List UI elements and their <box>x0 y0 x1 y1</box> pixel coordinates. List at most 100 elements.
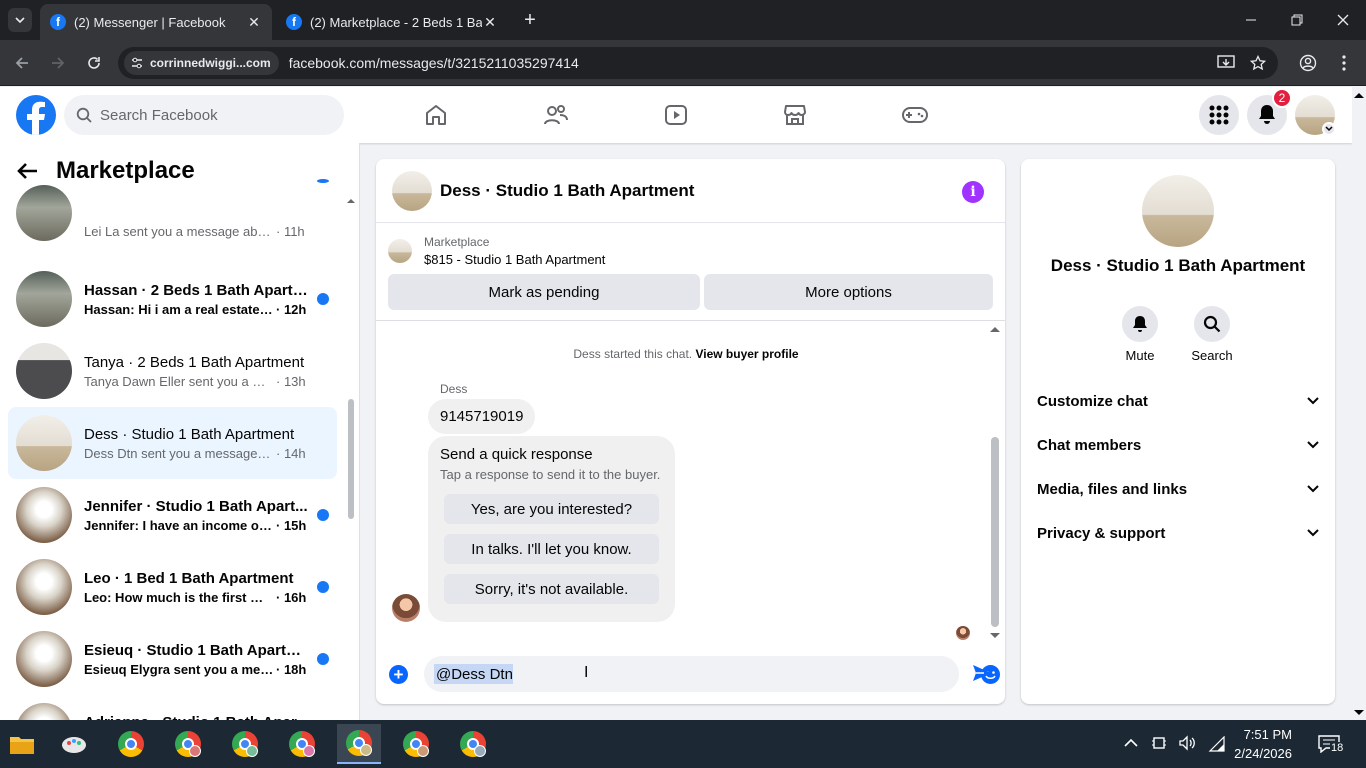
send-button[interactable] <box>972 663 992 683</box>
clock-time: 7:51 PM <box>1243 727 1292 742</box>
more-options-button[interactable]: More options <box>704 274 993 310</box>
add-attachment-button[interactable]: + <box>389 665 408 684</box>
chat-avatar[interactable] <box>392 170 432 211</box>
back-button[interactable] <box>10 51 34 75</box>
forward-button[interactable] <box>46 51 70 75</box>
preview-text: Tanya Dawn Eller sent you a mess... <box>84 373 274 389</box>
media-files-links-section[interactable]: Media, files and links <box>1037 469 1319 509</box>
chat-header[interactable]: Dess · Studio 1 Bath Apartment <box>376 159 1005 223</box>
omnibox[interactable]: corrinnedwiggi...com facebook.com/messag… <box>118 47 1278 79</box>
tune-icon <box>132 57 142 69</box>
conversation-item[interactable]: Leo · 1 Bed 1 Bath Apartment Leo: How muc… <box>8 551 337 623</box>
conversation-item[interactable]: Jennifer · Studio 1 Bath Apart... Jennife… <box>8 479 337 551</box>
nav-video[interactable] <box>660 99 692 131</box>
quick-response-button[interactable]: Sorry, it's not available. <box>444 574 659 604</box>
page-scrollbar[interactable] <box>1352 87 1366 720</box>
close-tab-icon[interactable]: ✕ <box>482 14 498 30</box>
install-app-button[interactable] <box>1214 51 1238 75</box>
friends-icon <box>544 105 568 125</box>
nav-marketplace[interactable] <box>779 99 811 131</box>
chrome-profile-button[interactable] <box>451 724 495 764</box>
message-input-box[interactable]: I <box>424 656 1000 692</box>
scrollbar-thumb[interactable] <box>348 399 354 519</box>
conversation-text: Leo · 1 Bed 1 Bath Apartment Leo: How muc… <box>84 570 312 605</box>
conversation-item[interactable]: Esieuq · Studio 1 Bath Apartme... Esieuq … <box>8 623 337 695</box>
restore-button[interactable] <box>1274 0 1320 40</box>
tab-search-button[interactable] <box>8 8 32 32</box>
nav-gaming[interactable] <box>899 99 931 131</box>
account-menu-chevron[interactable] <box>1322 122 1336 136</box>
mute-button[interactable]: Mute <box>1110 306 1170 363</box>
send-icon <box>973 665 991 681</box>
chrome-profile-button[interactable] <box>223 724 267 764</box>
chevron-up-icon[interactable] <box>1124 738 1138 748</box>
nav-home[interactable] <box>420 99 452 131</box>
mark-as-pending-button[interactable]: Mark as pending <box>388 274 700 310</box>
system-clock[interactable]: 7:51 PM 2/24/2026 <box>1230 725 1292 763</box>
browser-menu-button[interactable] <box>1332 51 1356 75</box>
contact-avatar[interactable] <box>1142 175 1214 247</box>
conversation-text: Lei La sent you a message abo... · 11h <box>84 188 312 239</box>
conversation-item[interactable]: Dess · Studio 1 Bath Apartment Dess Dtn s… <box>8 407 337 479</box>
minimize-button[interactable] <box>1228 0 1274 40</box>
marketplace-listing[interactable]: Marketplace $815 - Studio 1 Bath Apartme… <box>388 235 605 267</box>
wifi-icon[interactable] <box>1208 736 1226 752</box>
message-bubble[interactable]: 9145719019 <box>428 399 536 434</box>
file-explorer-button[interactable] <box>0 724 44 764</box>
conversation-item[interactable]: Tanya · 2 Beds 1 Bath Apartment Tanya Daw… <box>8 335 337 407</box>
paint-app-icon <box>62 737 86 753</box>
privacy-support-section[interactable]: Privacy & support <box>1037 513 1319 553</box>
profile-icon <box>189 745 201 757</box>
clock-date: 2/24/2026 <box>1234 746 1292 761</box>
chrome-profile-button[interactable] <box>394 724 438 764</box>
bookmark-button[interactable] <box>1246 51 1270 75</box>
conversation-item[interactable]: Lei La sent you a message abo... · 11h <box>8 177 337 249</box>
quick-response-button[interactable]: In talks. I'll let you know. <box>444 534 659 564</box>
close-window-button[interactable] <box>1320 0 1366 40</box>
tab-messenger[interactable]: f (2) Messenger | Facebook ✕ <box>40 4 272 40</box>
info-icon[interactable]: i <box>962 181 984 203</box>
search-in-chat-button[interactable]: Search <box>1182 306 1242 363</box>
view-buyer-profile-link[interactable]: View buyer profile <box>695 347 798 361</box>
conversation-text: Dess · Studio 1 Bath Apartment Dess Dtn s… <box>84 426 312 461</box>
message-input[interactable] <box>436 656 916 692</box>
facebook-logo[interactable] <box>16 95 56 135</box>
sender-avatar[interactable] <box>392 594 420 622</box>
chat-scrollbar[interactable] <box>989 322 1001 642</box>
left-scrollbar[interactable] <box>347 193 355 720</box>
search-icon <box>76 107 92 123</box>
restore-icon <box>1291 14 1303 26</box>
volume-icon[interactable] <box>1178 735 1196 751</box>
conversation-thumbnail <box>16 415 72 471</box>
site-info-chip[interactable]: corrinnedwiggi...com <box>124 51 279 75</box>
chrome-button[interactable] <box>109 724 153 764</box>
close-tab-icon[interactable]: ✕ <box>246 14 262 30</box>
profile-button[interactable] <box>1296 51 1320 75</box>
app-button[interactable] <box>52 724 96 764</box>
nav-friends[interactable] <box>540 99 572 131</box>
close-icon <box>1337 14 1349 26</box>
scroll-down-icon <box>1354 710 1364 715</box>
preview-time: · 13h <box>276 373 306 389</box>
conversation-item[interactable]: Adrianna · Studio 1 Bath Apart...Adriann… <box>8 695 337 720</box>
tab-marketplace[interactable]: f (2) Marketplace - 2 Beds 1 Bath ✕ <box>276 4 508 40</box>
reload-button[interactable] <box>82 51 106 75</box>
conversation-item[interactable]: Hassan · 2 Beds 1 Bath Apartm... Hassan: … <box>8 263 337 335</box>
started-text: Dess started this chat. <box>573 347 693 361</box>
chat-members-section[interactable]: Chat members <box>1037 425 1319 465</box>
chrome-profile-button-active[interactable] <box>337 724 381 764</box>
conversation-thumbnail <box>16 185 72 241</box>
new-tab-button[interactable]: + <box>520 9 540 31</box>
customize-chat-section[interactable]: Customize chat <box>1037 381 1319 421</box>
scrollbar-thumb[interactable] <box>991 437 999 627</box>
preview-time: · 12h <box>276 301 307 317</box>
quick-response-title: Send a quick response <box>440 446 593 463</box>
facebook-search-bar[interactable]: Search Facebook <box>64 95 344 135</box>
quick-response-button[interactable]: Yes, are you interested? <box>444 494 659 524</box>
menu-button[interactable] <box>1199 95 1239 135</box>
chrome-profile-button[interactable] <box>166 724 210 764</box>
unread-dot-icon <box>317 293 329 305</box>
notification-center-button[interactable]: 18 <box>1316 732 1346 756</box>
chrome-profile-button[interactable] <box>280 724 324 764</box>
meet-now-icon[interactable] <box>1151 735 1167 753</box>
